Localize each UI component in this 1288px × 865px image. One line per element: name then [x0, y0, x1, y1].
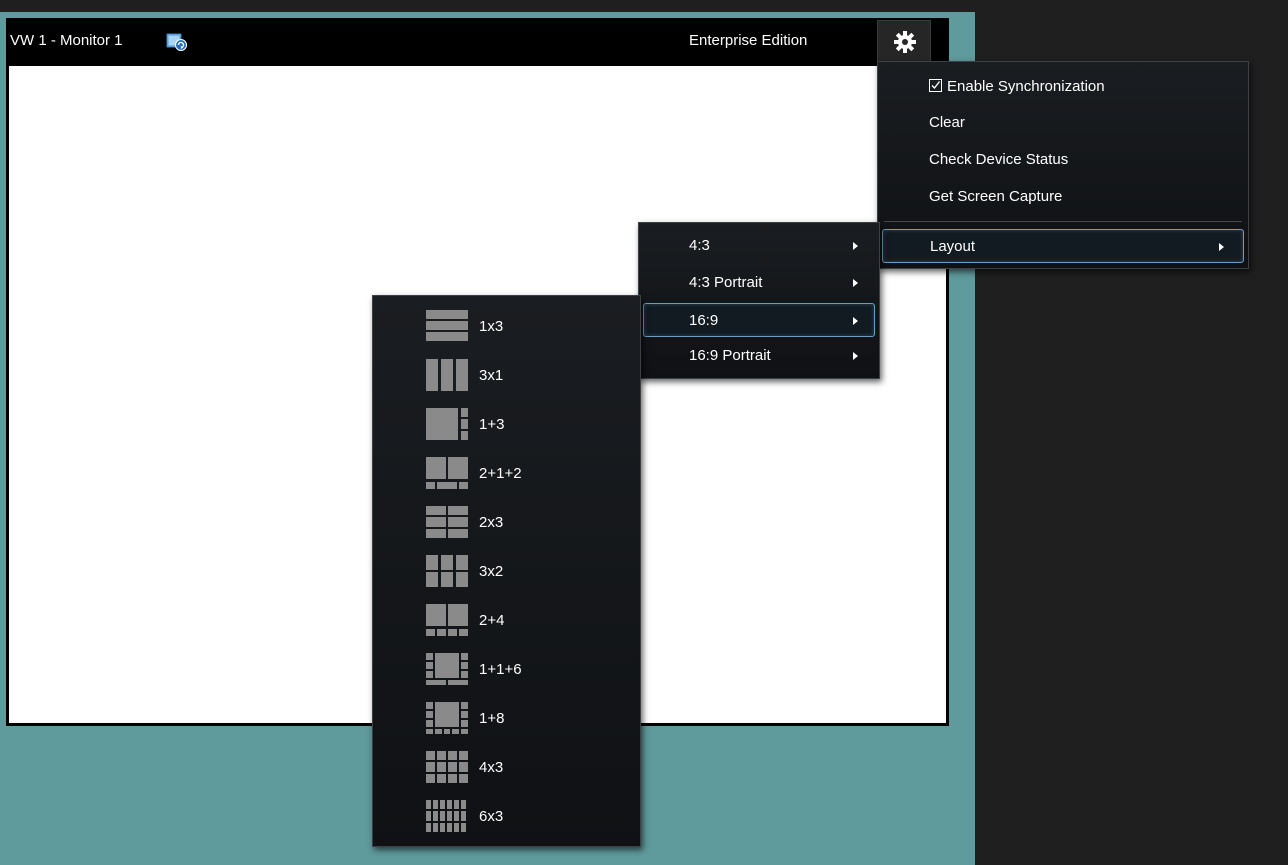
layout-1-plus-8-icon	[426, 702, 468, 734]
submenu-arrow-icon	[853, 317, 858, 325]
layout-option-1-3[interactable]: 1+3	[373, 400, 640, 448]
menu-item-enable-synchronization[interactable]: Enable Synchronization	[882, 70, 1244, 104]
layout-option-2x3[interactable]: 2x3	[373, 498, 640, 546]
layout-option-label: 2+4	[479, 612, 505, 629]
edition-label: Enterprise Edition	[689, 32, 808, 49]
layout-2x3-icon	[426, 506, 468, 538]
layout-option-6x3[interactable]: 6x3	[373, 792, 640, 840]
layout-option-label: 2x3	[479, 514, 504, 531]
layout-option-label: 1+3	[479, 416, 505, 433]
aspect-item-16-9-portrait[interactable]: 16:9 Portrait	[643, 339, 875, 373]
layout-option-label: 1x3	[479, 318, 504, 335]
aspect-label: 16:9	[689, 312, 719, 329]
layout-2-plus-1-plus-2-icon	[426, 457, 468, 489]
layout-option-3x1[interactable]: 3x1	[373, 351, 640, 399]
aspect-item-4-3-portrait[interactable]: 4:3 Portrait	[643, 266, 875, 300]
enable-sync-label: Enable Synchronization	[947, 78, 1105, 95]
monitor-title: VW 1 - Monitor 1	[10, 32, 123, 49]
layout-option-label: 3x2	[479, 563, 504, 580]
layout-option-2-1-2[interactable]: 2+1+2	[373, 449, 640, 497]
layout-3x2-icon	[426, 555, 468, 587]
submenu-arrow-icon	[853, 242, 858, 250]
layout-1-plus-3-icon	[426, 408, 468, 440]
layout-1x3-icon	[426, 310, 468, 341]
gear-icon	[894, 31, 916, 53]
layout-2-plus-4-icon	[426, 604, 468, 636]
layout-4x3-icon	[426, 751, 468, 783]
aspect-item-4-3[interactable]: 4:3	[643, 229, 875, 263]
get-screen-capture-label: Get Screen Capture	[929, 188, 1063, 205]
layout-option-1-8[interactable]: 1+8	[373, 694, 640, 742]
menu-separator	[884, 221, 1242, 222]
layout-option-4x3[interactable]: 4x3	[373, 743, 640, 791]
enable-sync-checkbox[interactable]	[929, 79, 942, 92]
aspect-label: 4:3 Portrait	[689, 274, 763, 291]
sync-icon[interactable]	[166, 33, 187, 51]
layout-6x3-icon	[426, 800, 466, 832]
layout-option-label: 6x3	[479, 808, 504, 825]
layout-option-label: 4x3	[479, 759, 504, 776]
layout-3x1-icon	[426, 359, 468, 391]
settings-menu: Enable Synchronization Clear Check Devic…	[877, 61, 1249, 269]
layout-option-label: 2+1+2	[479, 465, 522, 482]
layout-option-label: 1+8	[479, 710, 505, 727]
layout-option-1x3[interactable]: 1x3	[373, 302, 640, 350]
aspect-ratio-menu: 4:3 4:3 Portrait 16:9 16:9 Portrait	[638, 222, 880, 379]
settings-button[interactable]	[877, 20, 931, 62]
menu-item-layout[interactable]: Layout	[882, 229, 1244, 263]
submenu-arrow-icon	[853, 352, 858, 360]
layout-option-3x2[interactable]: 3x2	[373, 547, 640, 595]
layout-option-2-4[interactable]: 2+4	[373, 596, 640, 644]
submenu-arrow-icon	[1219, 243, 1224, 251]
clear-label: Clear	[929, 114, 965, 131]
menu-item-get-screen-capture[interactable]: Get Screen Capture	[882, 180, 1244, 214]
layout-option-label: 1+1+6	[479, 661, 522, 678]
menu-item-check-device-status[interactable]: Check Device Status	[882, 143, 1244, 177]
layout-label: Layout	[930, 238, 976, 255]
aspect-item-16-9[interactable]: 16:9	[643, 303, 875, 337]
layout-options-menu: 1x3 3x1 1+3 2+1+2 2x3 3x2 2+4 1+1+6 1+8 …	[372, 295, 641, 847]
check-device-status-label: Check Device Status	[929, 151, 1069, 168]
top-strip	[0, 0, 975, 12]
menu-item-clear[interactable]: Clear	[882, 106, 1244, 140]
aspect-label: 4:3	[689, 237, 710, 254]
layout-option-label: 3x1	[479, 367, 504, 384]
layout-option-1-1-6[interactable]: 1+1+6	[373, 645, 640, 693]
monitor-header: VW 1 - Monitor 1 Enterprise Edition	[6, 18, 949, 66]
submenu-arrow-icon	[853, 279, 858, 287]
layout-1-plus-1-plus-6-icon	[426, 653, 468, 685]
aspect-label: 16:9 Portrait	[689, 347, 771, 364]
